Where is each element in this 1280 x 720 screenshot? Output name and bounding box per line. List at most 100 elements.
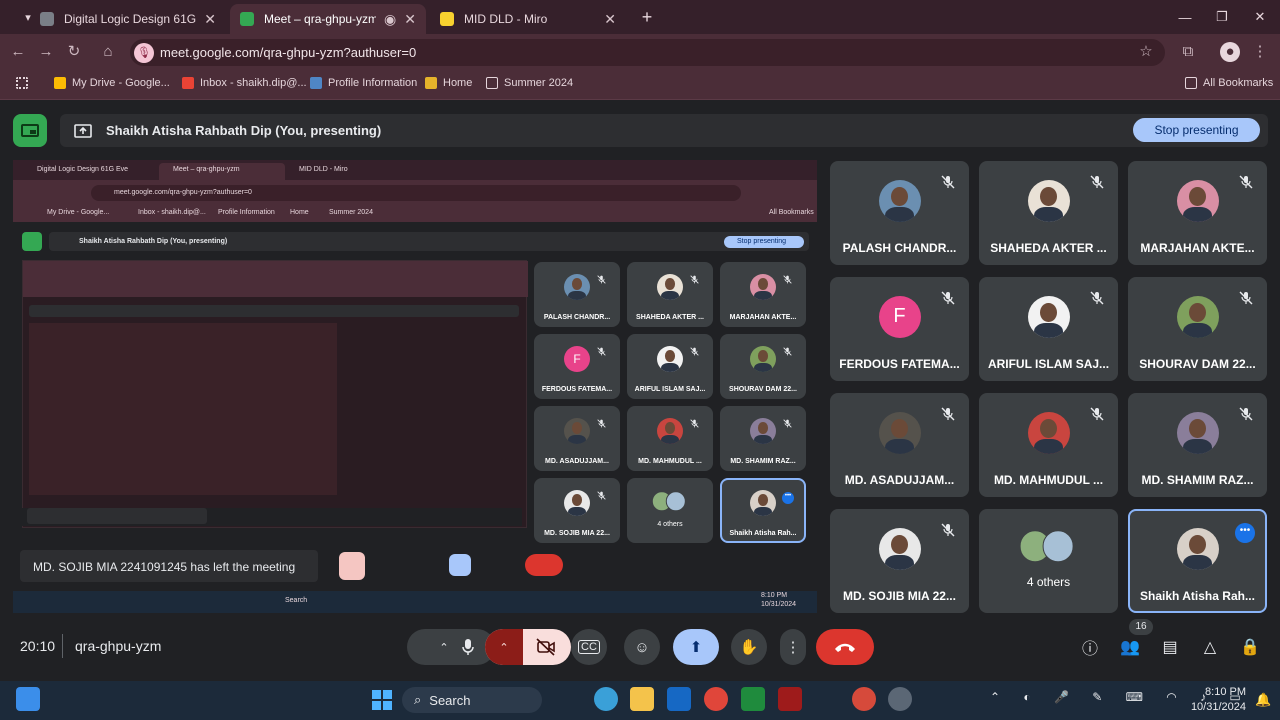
- bookmark-inbox[interactable]: Inbox - shaikh.dip@...: [182, 77, 307, 89]
- muted-mic-icon: [1239, 175, 1253, 189]
- avatar-face: [1189, 187, 1206, 206]
- participant-tile[interactable]: 4 others: [979, 509, 1118, 613]
- others-avatars: [651, 491, 688, 512]
- nested-participant-tile[interactable]: SHAHEDA AKTER ...: [627, 262, 713, 327]
- chat-icon[interactable]: ▤: [1159, 636, 1181, 658]
- microphone-control[interactable]: ⌃: [407, 629, 495, 665]
- window-close-icon[interactable]: ✕: [1240, 0, 1280, 34]
- reload-icon[interactable]: ↻: [64, 42, 84, 62]
- participant-tile[interactable]: SHOURAV DAM 22...: [1128, 277, 1267, 381]
- apps-icon[interactable]: [16, 77, 34, 89]
- nested-participant-tile[interactable]: MD. MAHMUDUL ...: [627, 406, 713, 471]
- tab-meet[interactable]: Meet – qra-ghpu-yzm ◉ ✕: [230, 4, 426, 34]
- participant-tile[interactable]: F FERDOUS FATEMA...: [830, 277, 969, 381]
- menu-icon[interactable]: ⋮: [1250, 42, 1270, 62]
- nested-participant-tile[interactable]: MD. SHAMIM RAZ...: [720, 406, 806, 471]
- chevron-up-icon[interactable]: ⌃: [427, 641, 461, 654]
- nested-participant-tile[interactable]: MARJAHAN AKTE...: [720, 262, 806, 327]
- extensions-icon[interactable]: ⧉: [1178, 42, 1198, 62]
- chrome-icon[interactable]: [704, 687, 728, 711]
- back-icon[interactable]: ←: [8, 42, 28, 62]
- close-icon[interactable]: ✕: [404, 11, 416, 28]
- muted-mic-icon: [1090, 175, 1104, 189]
- close-icon[interactable]: ✕: [204, 11, 216, 28]
- copilot-icon[interactable]: [594, 687, 618, 711]
- present-button[interactable]: ⬆: [673, 629, 719, 665]
- participant-tile[interactable]: PALASH CHANDR...: [830, 161, 969, 265]
- participant-tile[interactable]: MD. SHAMIM RAZ...: [1128, 393, 1267, 497]
- avatar: [878, 411, 921, 454]
- windows-start-icon[interactable]: [371, 689, 393, 711]
- tab-miro[interactable]: MID DLD - Miro ✕: [430, 4, 626, 34]
- camera-control[interactable]: ⌃: [485, 629, 571, 665]
- participant-tile[interactable]: ARIFUL ISLAM SAJ...: [979, 277, 1118, 381]
- tab-digital-logic[interactable]: Digital Logic Design 61G Eve ✕: [30, 4, 226, 34]
- new-tab-button[interactable]: +: [627, 0, 667, 34]
- notification-bell-icon[interactable]: 🔔: [1255, 692, 1271, 708]
- bookmark-my-drive[interactable]: My Drive - Google...: [54, 77, 170, 89]
- profile-avatar[interactable]: ●: [1220, 42, 1240, 62]
- host-controls-icon[interactable]: 🔒: [1239, 636, 1261, 658]
- outlook-icon[interactable]: [667, 687, 691, 711]
- nested-participant-tile[interactable]: Shaikh Atisha Rah... •••: [720, 478, 806, 543]
- all-bookmarks[interactable]: All Bookmarks: [1185, 77, 1273, 89]
- bookmark-star-icon[interactable]: ☆: [1136, 42, 1156, 62]
- nested-participant-tile[interactable]: MD. ASADUJJAM...: [534, 406, 620, 471]
- avatar: [1176, 179, 1219, 222]
- participant-tile[interactable]: MD. ASADUJJAM...: [830, 393, 969, 497]
- app-icon[interactable]: [778, 687, 802, 711]
- minimize-icon[interactable]: —: [1165, 0, 1205, 34]
- participant-tile[interactable]: SHAHEDA AKTER ...: [979, 161, 1118, 265]
- more-options-button[interactable]: ⋮: [780, 629, 806, 665]
- avatar: [657, 345, 683, 372]
- microphone-icon: [462, 639, 474, 655]
- file-explorer-icon[interactable]: [630, 687, 654, 711]
- chevron-up-icon[interactable]: ⌃: [485, 629, 523, 665]
- activities-icon[interactable]: △: [1199, 636, 1221, 658]
- bookmark-profile[interactable]: Profile Information: [310, 77, 417, 89]
- microphone-indicator-icon[interactable]: 🎙: [134, 42, 154, 63]
- leave-call-button[interactable]: [816, 629, 874, 665]
- stop-presenting-button[interactable]: Stop presenting: [1133, 118, 1260, 142]
- nested-participant-tile[interactable]: F FERDOUS FATEMA...: [534, 334, 620, 399]
- participant-tile[interactable]: MARJAHAN AKTE...: [1128, 161, 1267, 265]
- tile-more-options-icon[interactable]: •••: [782, 492, 794, 504]
- chrome-active-icon[interactable]: [852, 687, 876, 711]
- meeting-details-icon[interactable]: ⓘ: [1079, 636, 1101, 658]
- raise-hand-button[interactable]: ✋: [731, 629, 767, 665]
- url-field[interactable]: 🎙 meet.google.com/qra-ghpu-yzm?authuser=…: [130, 39, 1165, 66]
- bookmark-summer[interactable]: Summer 2024: [486, 77, 573, 89]
- taskbar-date[interactable]: 10/31/2024: [1186, 701, 1246, 713]
- nested-participant-tile[interactable]: MD. SOJIB MIA 22...: [534, 478, 620, 543]
- meeting-time: 20:10: [20, 638, 56, 654]
- nested-participant-tile[interactable]: ARIFUL ISLAM SAJ...: [627, 334, 713, 399]
- xbox-icon[interactable]: [741, 687, 765, 711]
- close-icon[interactable]: ✕: [604, 11, 616, 28]
- tab-search-icon[interactable]: ▾: [8, 0, 48, 34]
- nested-participant-tile[interactable]: PALASH CHANDR...: [534, 262, 620, 327]
- tile-more-options-icon[interactable]: •••: [1235, 523, 1255, 543]
- nested-taskbar-search: Search: [285, 597, 308, 604]
- widgets-icon[interactable]: [16, 687, 40, 711]
- avatar-face: [571, 494, 583, 507]
- participant-tile[interactable]: Shaikh Atisha Rah... •••: [1128, 509, 1267, 613]
- people-icon[interactable]: 👥: [1119, 636, 1141, 658]
- bookmark-home[interactable]: Home: [425, 77, 472, 89]
- tab-title: MID DLD - Miro: [464, 12, 548, 26]
- layout-button[interactable]: [13, 114, 47, 147]
- participant-tile[interactable]: MD. MAHMUDUL ...: [979, 393, 1118, 497]
- maximize-icon[interactable]: ❐: [1202, 0, 1242, 34]
- settings-icon[interactable]: [888, 687, 912, 711]
- taskbar-time[interactable]: 8:10 PM: [1190, 686, 1246, 698]
- avatar-body: [884, 207, 915, 222]
- captions-button[interactable]: CC: [571, 629, 607, 665]
- taskbar-search[interactable]: ⌕ Search: [402, 687, 542, 713]
- search-icon: ⌕: [414, 692, 422, 707]
- reactions-button[interactable]: ☺: [624, 629, 660, 665]
- nested-participant-tile[interactable]: SHOURAV DAM 22...: [720, 334, 806, 399]
- avatar-face: [1189, 419, 1206, 438]
- forward-icon[interactable]: →: [36, 42, 56, 62]
- nested-participant-tile[interactable]: 4 others: [627, 478, 713, 543]
- participant-tile[interactable]: MD. SOJIB MIA 22...: [830, 509, 969, 613]
- home-icon[interactable]: ⌂: [98, 42, 118, 62]
